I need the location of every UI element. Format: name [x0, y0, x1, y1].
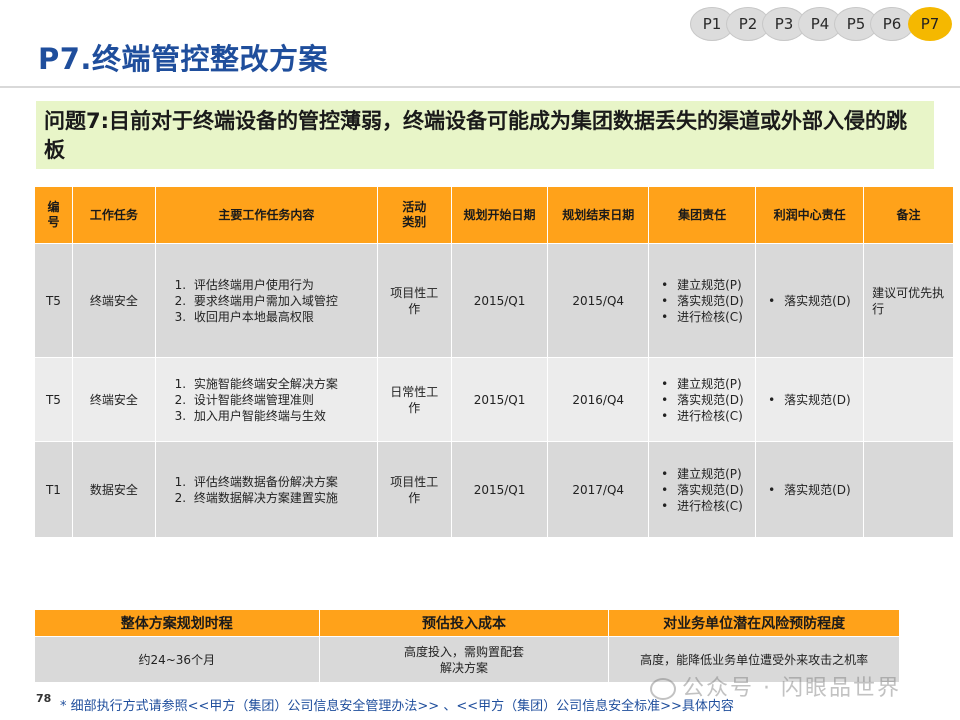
group-duty-item: 进行检核(C) — [661, 408, 755, 424]
content-item: 设计智能终端管理准则 — [190, 392, 377, 408]
group-duty-item: 建立规范(P) — [661, 277, 755, 293]
row-category: 日常性工作 — [376, 357, 452, 442]
page-number: 78 — [36, 692, 52, 705]
problem-statement: 问题7:目前对于终端设备的管控薄弱，终端设备可能成为集团数据丢失的渠道或外部入侵… — [36, 101, 934, 169]
header-task: 工作任务 — [71, 186, 156, 244]
page-tabs: P1 P2 P3 P4 P5 P6 P7 — [690, 7, 952, 41]
tab-p7[interactable]: P7 — [908, 7, 952, 41]
summary-cost: 高度投入，需购置配套解决方案 — [318, 636, 610, 683]
row-id: T5 — [34, 357, 73, 442]
group-duty-item: 进行检核(C) — [661, 309, 755, 325]
row-note — [863, 441, 954, 538]
group-duty-item: 建立规范(P) — [661, 466, 755, 482]
row-profit-duty: 落实规范(D) — [755, 243, 865, 358]
content-item: 评估终端用户使用行为 — [190, 277, 377, 293]
summary-timeline: 约24~36个月 — [34, 636, 320, 683]
table-header-row: 编号 工作任务 主要工作任务内容 活动类别 规划开始日期 规划结束日期 集团责任… — [34, 186, 954, 244]
content-item: 要求终端用户需加入域管控 — [190, 293, 377, 309]
summary-header-row: 整体方案规划时程 预估投入成本 对业务单位潜在风险预防程度 — [34, 609, 900, 637]
group-duty-item: 落实规范(D) — [661, 392, 755, 408]
header-note: 备注 — [863, 186, 954, 244]
row-note: 建议可优先执行 — [863, 243, 954, 358]
row-content: 实施智能终端安全解决方案 设计智能终端管理准则 加入用户智能终端与生效 — [154, 357, 378, 442]
row-profit-duty: 落实规范(D) — [755, 441, 865, 538]
group-duty-item: 落实规范(D) — [661, 482, 755, 498]
content-item: 评估终端数据备份解决方案 — [190, 474, 377, 490]
plan-table: 编号 工作任务 主要工作任务内容 活动类别 规划开始日期 规划结束日期 集团责任… — [34, 186, 954, 538]
summary-header-timeline: 整体方案规划时程 — [34, 609, 320, 637]
header-category: 活动类别 — [376, 186, 452, 244]
row-start: 2015/Q1 — [450, 243, 549, 358]
wechat-icon — [650, 678, 676, 700]
row-end: 2016/Q4 — [547, 357, 650, 442]
row-group-duty: 建立规范(P) 落实规范(D) 进行检核(C) — [648, 357, 757, 442]
profit-duty-item: 落实规范(D) — [768, 293, 863, 309]
row-group-duty: 建立规范(P) 落实规范(D) 进行检核(C) — [648, 243, 757, 358]
row-task: 终端安全 — [71, 357, 156, 442]
group-duty-item: 落实规范(D) — [661, 293, 755, 309]
watermark-text: 公众号 · 闪眼品世界 — [682, 676, 901, 701]
header-start: 规划开始日期 — [450, 186, 549, 244]
row-content: 评估终端数据备份解决方案 终端数据解决方案建置实施 — [154, 441, 378, 538]
summary-header-cost: 预估投入成本 — [318, 609, 610, 637]
table-row: T1 数据安全 评估终端数据备份解决方案 终端数据解决方案建置实施 项目性工作 … — [34, 441, 954, 538]
row-group-duty: 建立规范(P) 落实规范(D) 进行检核(C) — [648, 441, 757, 538]
content-item: 收回用户本地最高权限 — [190, 309, 377, 325]
profit-duty-item: 落实规范(D) — [768, 392, 863, 408]
row-id: T5 — [34, 243, 73, 358]
title-divider — [0, 86, 960, 88]
row-note — [863, 357, 954, 442]
table-row: T5 终端安全 实施智能终端安全解决方案 设计智能终端管理准则 加入用户智能终端… — [34, 357, 954, 442]
header-id: 编号 — [34, 186, 73, 244]
header-content: 主要工作任务内容 — [154, 186, 378, 244]
row-end: 2015/Q4 — [547, 243, 650, 358]
content-item: 终端数据解决方案建置实施 — [190, 490, 377, 506]
row-task: 终端安全 — [71, 243, 156, 358]
row-category: 项目性工作 — [376, 441, 452, 538]
profit-duty-item: 落实规范(D) — [768, 482, 863, 498]
summary-header-risk: 对业务单位潜在风险预防程度 — [608, 609, 900, 637]
table-row: T5 终端安全 评估终端用户使用行为 要求终端用户需加入域管控 收回用户本地最高… — [34, 243, 954, 358]
row-profit-duty: 落实规范(D) — [755, 357, 865, 442]
row-category: 项目性工作 — [376, 243, 452, 358]
content-item: 加入用户智能终端与生效 — [190, 408, 377, 424]
row-id: T1 — [34, 441, 73, 538]
group-duty-item: 进行检核(C) — [661, 498, 755, 514]
group-duty-item: 建立规范(P) — [661, 376, 755, 392]
row-start: 2015/Q1 — [450, 357, 549, 442]
row-content: 评估终端用户使用行为 要求终端用户需加入域管控 收回用户本地最高权限 — [154, 243, 378, 358]
page-title: P7.终端管控整改方案 — [38, 42, 328, 76]
row-start: 2015/Q1 — [450, 441, 549, 538]
row-task: 数据安全 — [71, 441, 156, 538]
header-profit: 利润中心责任 — [755, 186, 865, 244]
content-item: 实施智能终端安全解决方案 — [190, 376, 377, 392]
watermark: 公众号 · 闪眼品世界 — [650, 670, 901, 702]
footnote: * 细部执行方式请参照<<甲方（集团）公司信息安全管理办法>> 、<<甲方（集团… — [60, 699, 734, 714]
header-group: 集团责任 — [648, 186, 757, 244]
header-end: 规划结束日期 — [547, 186, 650, 244]
row-end: 2017/Q4 — [547, 441, 650, 538]
